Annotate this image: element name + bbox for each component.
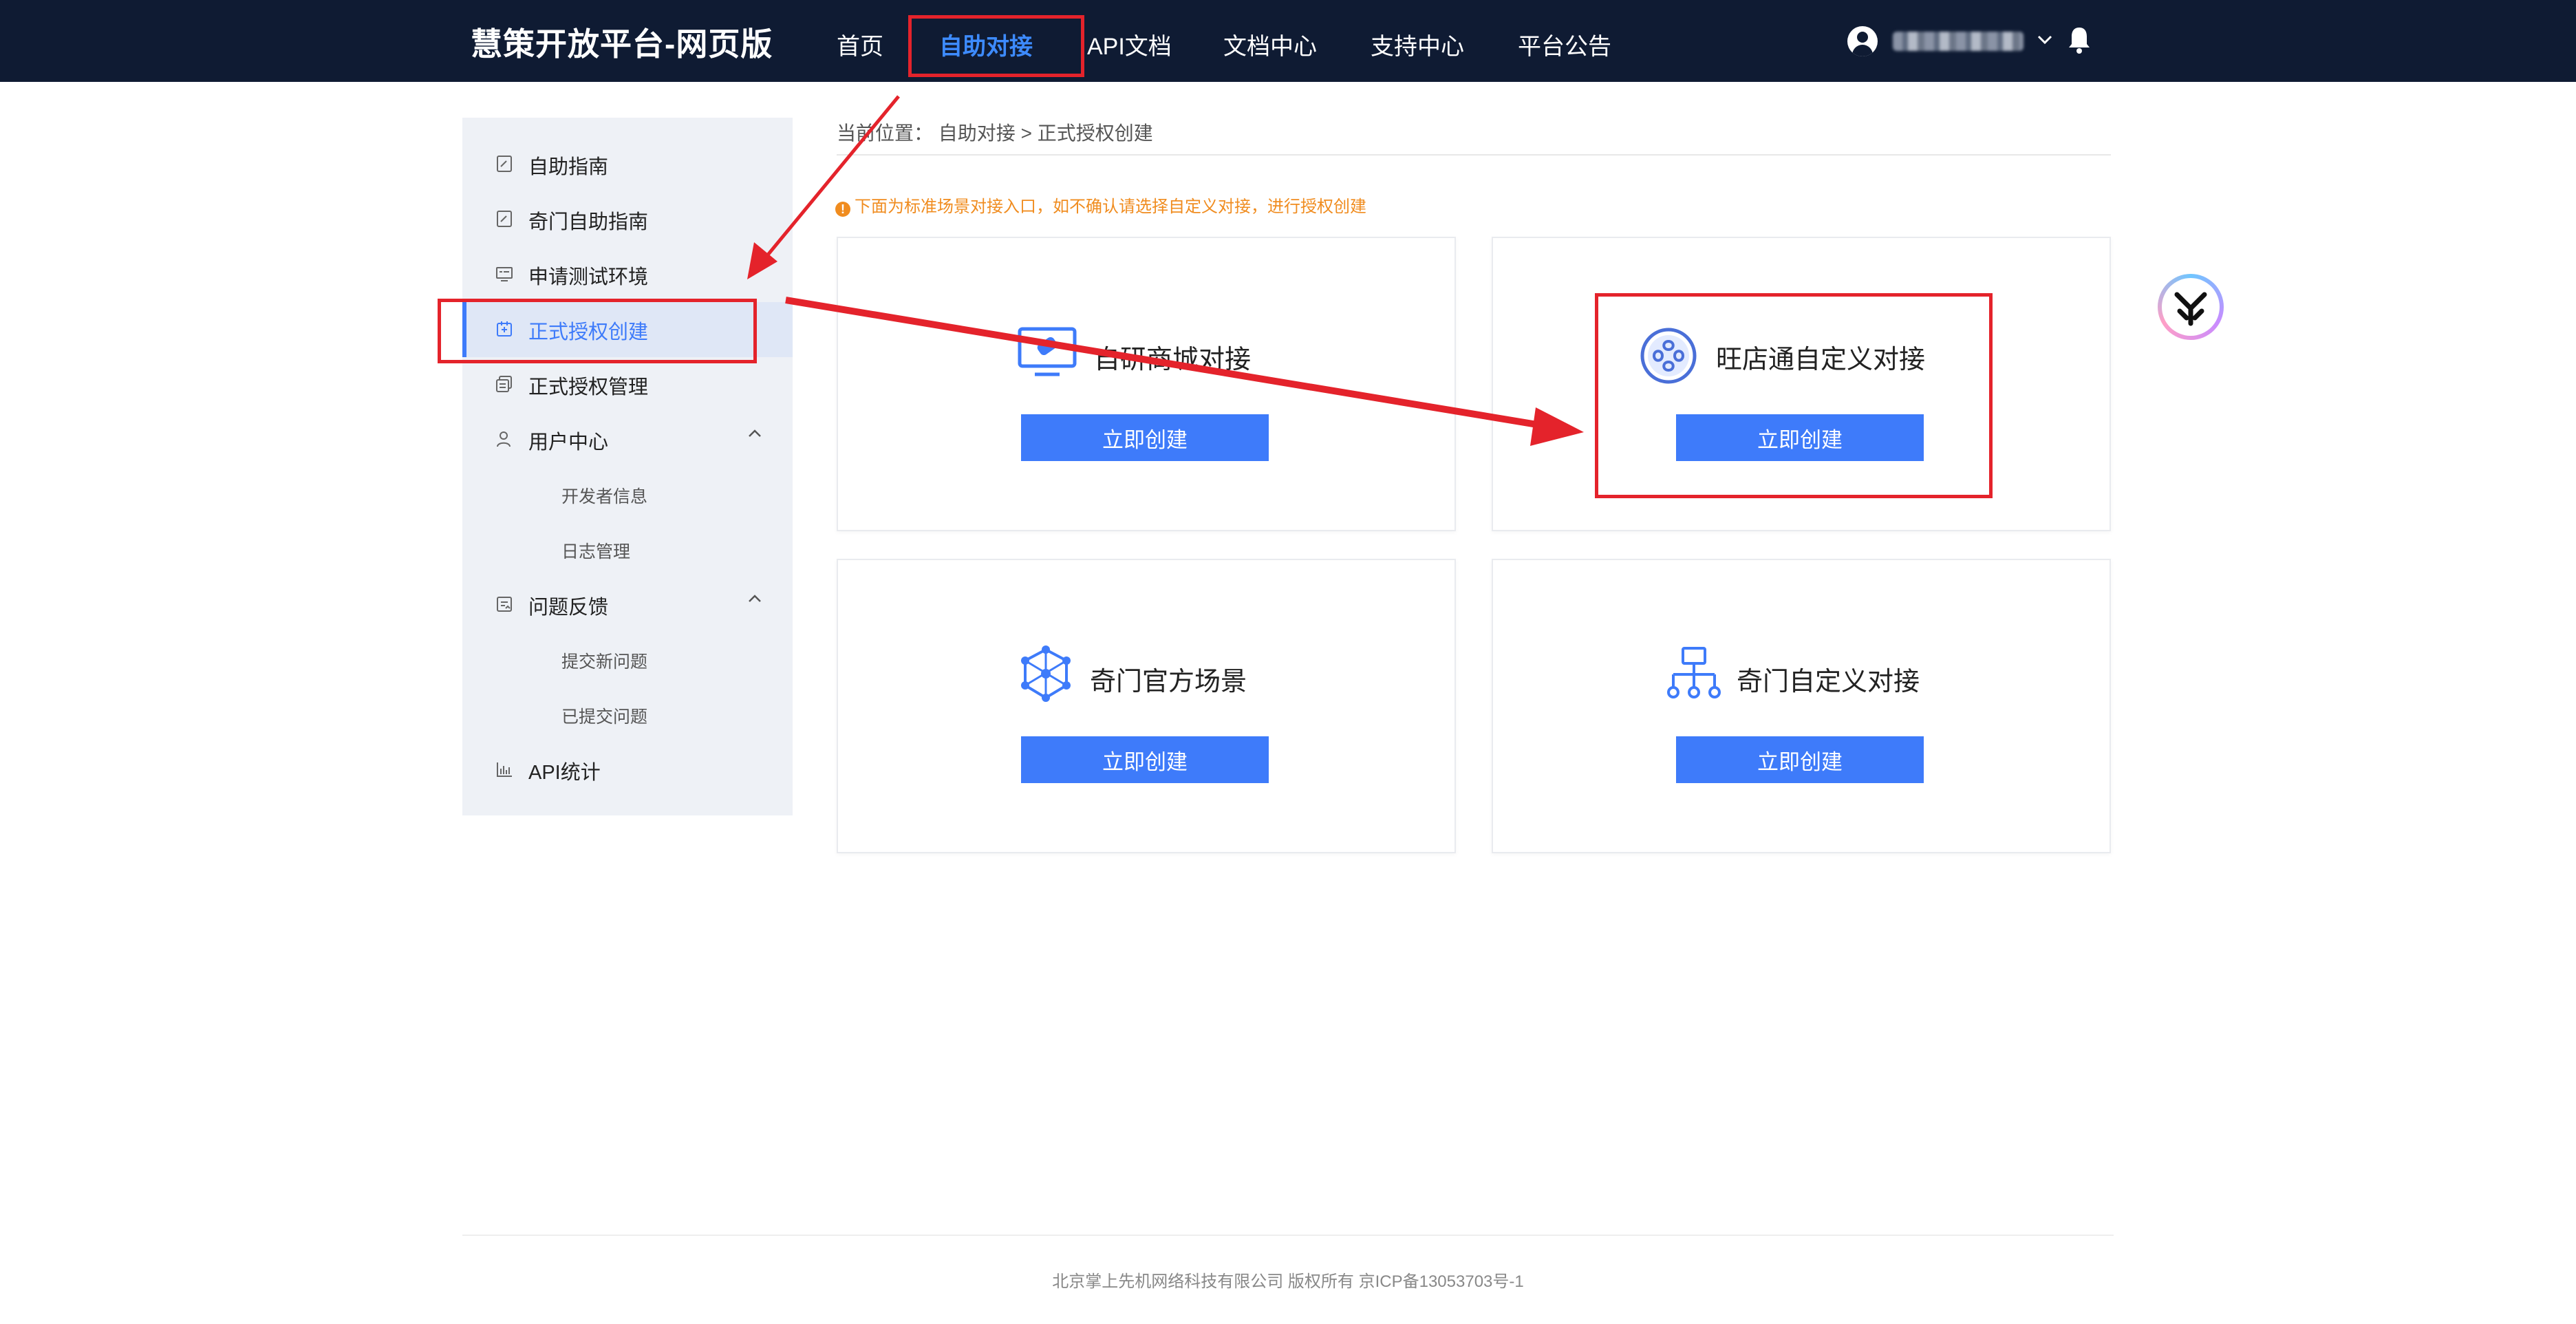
footer-divider xyxy=(462,1235,2114,1236)
annotation-arrows xyxy=(747,95,1584,446)
footer-copyright: 北京掌上先机网络科技有限公司 版权所有 京ICP备13053703号-1 xyxy=(1052,1272,1524,1291)
